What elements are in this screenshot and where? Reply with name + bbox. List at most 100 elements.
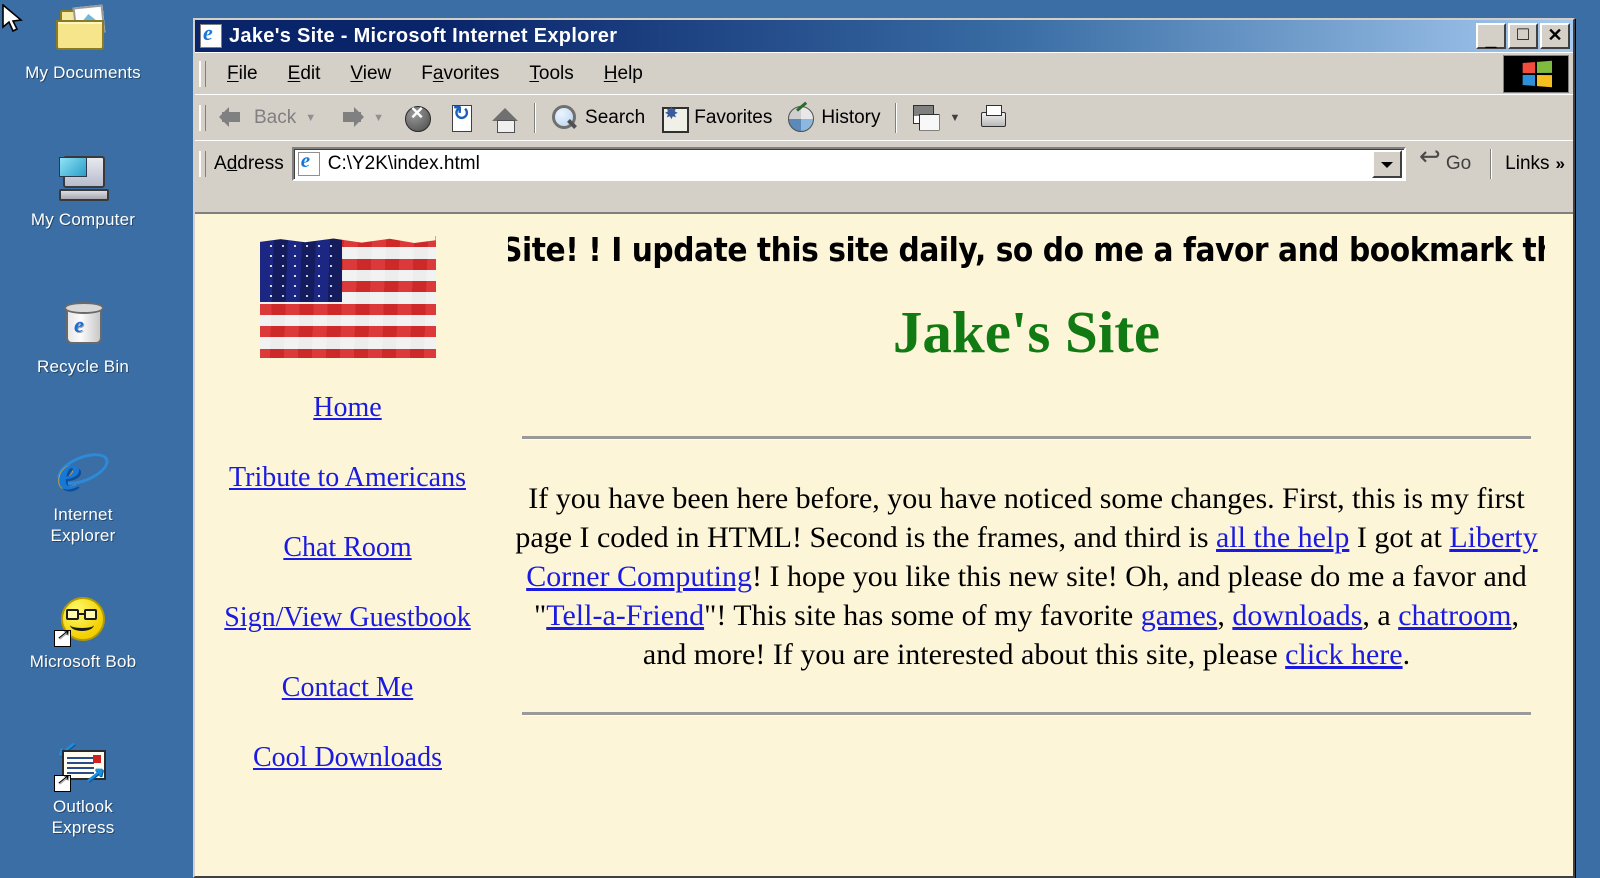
stop-icon	[402, 103, 432, 133]
refresh-button[interactable]	[439, 100, 483, 136]
back-label: Back	[254, 107, 296, 129]
go-label: Go	[1446, 153, 1471, 175]
favorites-folder-icon	[659, 103, 689, 133]
nav-link-cool-downloads[interactable]: Cool Downloads	[223, 740, 473, 776]
links-label: Links	[1505, 153, 1549, 175]
mail-button[interactable]: ▼	[904, 100, 972, 136]
link-all-the-help[interactable]: all the help	[1216, 521, 1349, 554]
menu-item-edit[interactable]: Edit	[273, 59, 336, 89]
intro-text-8: .	[1403, 638, 1411, 671]
windows-flag-logo[interactable]	[1503, 55, 1569, 93]
address-bar: Address Go Links »	[195, 140, 1573, 186]
menu-bar: File Edit View Favorites Tools Help	[195, 52, 1573, 94]
forward-dropdown-icon[interactable]: ▼	[369, 112, 388, 124]
favorites-button[interactable]: Favorites	[652, 100, 779, 136]
intro-text-6: , a	[1362, 599, 1398, 632]
desktop-icon-label: Internet Explorer	[8, 504, 158, 546]
refresh-icon	[446, 103, 476, 133]
back-arrow-icon	[219, 103, 249, 133]
mail-dropdown-icon[interactable]: ▼	[946, 112, 965, 124]
address-combobox[interactable]	[292, 147, 1406, 181]
microsoft-bob-icon	[54, 595, 112, 647]
address-separator	[1490, 149, 1492, 179]
menu-item-file[interactable]: File	[212, 59, 273, 89]
desktop-icon-label: My Documents	[8, 62, 158, 83]
recycle-bin-icon: e	[54, 300, 112, 352]
printer-icon	[978, 103, 1008, 133]
link-click-here[interactable]: click here	[1285, 638, 1402, 671]
back-dropdown-icon[interactable]: ▼	[301, 112, 320, 124]
intro-text-2: I got at	[1349, 521, 1449, 554]
intro-text-4: "! This site has some of my favorite	[704, 599, 1141, 632]
nav-link-home[interactable]: Home	[223, 390, 473, 426]
outlook-express-icon: ↙↗	[54, 740, 112, 792]
chevron-right-double-icon[interactable]: »	[1550, 154, 1565, 174]
toolbar-drag-handle[interactable]	[199, 105, 206, 131]
close-glyph: ✕	[1542, 24, 1568, 46]
minimize-button[interactable]: _	[1476, 23, 1506, 49]
toolbar-separator	[895, 103, 897, 133]
history-label: History	[821, 107, 880, 129]
desktop-icon-my-documents[interactable]: My Documents	[8, 6, 158, 83]
link-chatroom[interactable]: chatroom	[1398, 599, 1511, 632]
computer-icon	[54, 153, 112, 205]
ie-page-icon	[200, 24, 222, 48]
desktop-icon-label: Microsoft Bob	[8, 651, 158, 672]
chevron-down-icon[interactable]	[1372, 150, 1402, 178]
maximize-glyph: □	[1510, 24, 1536, 46]
favorites-label: Favorites	[694, 107, 772, 129]
desktop-icon-label: My Computer	[8, 209, 158, 230]
internet-explorer-icon: e	[54, 448, 112, 500]
history-clock-icon	[786, 103, 816, 133]
forward-button[interactable]: ▼	[327, 100, 395, 136]
title-bar[interactable]: Jake's Site - Microsoft Internet Explore…	[195, 20, 1573, 52]
link-games[interactable]: games	[1141, 599, 1218, 632]
menu-item-help[interactable]: Help	[589, 59, 658, 89]
folder-documents-icon	[54, 6, 112, 58]
marquee-text: s Site! ! I update this site daily, so d…	[508, 230, 1545, 269]
stop-button[interactable]	[395, 100, 439, 136]
address-drag-handle[interactable]	[199, 151, 206, 177]
desktop-icon-label: Recycle Bin	[8, 356, 158, 377]
go-arrow-icon	[1418, 149, 1444, 179]
home-button[interactable]	[483, 100, 527, 136]
menu-item-favorites[interactable]: Favorites	[406, 59, 514, 89]
desktop-icon-recycle-bin[interactable]: e Recycle Bin	[8, 300, 158, 377]
internet-explorer-window: Jake's Site - Microsoft Internet Explore…	[193, 18, 1575, 878]
nav-link-chat-room[interactable]: Chat Room	[223, 530, 473, 566]
nav-frame: Home Tribute to Americans Chat Room Sign…	[195, 214, 500, 876]
search-label: Search	[585, 107, 645, 129]
link-downloads[interactable]: downloads	[1232, 599, 1362, 632]
desktop-icon-outlook-express[interactable]: ↙↗ Outlook Express	[8, 740, 158, 838]
desktop-icon-internet-explorer[interactable]: e Internet Explorer	[8, 448, 158, 546]
link-tell-a-friend[interactable]: Tell-a-Friend	[546, 599, 704, 632]
forward-arrow-icon	[334, 103, 364, 133]
maximize-button[interactable]: □	[1508, 23, 1538, 49]
home-icon	[490, 103, 520, 133]
print-button[interactable]	[971, 100, 1015, 136]
nav-link-guestbook[interactable]: Sign/View Guestbook	[223, 600, 473, 636]
nav-link-contact-me[interactable]: Contact Me	[223, 670, 473, 706]
desktop-icon-my-computer[interactable]: My Computer	[8, 153, 158, 230]
back-button[interactable]: Back ▼	[212, 100, 327, 136]
go-button[interactable]: Go	[1406, 149, 1483, 179]
menu-item-tools[interactable]: Tools	[514, 59, 588, 89]
desktop-icon-microsoft-bob[interactable]: Microsoft Bob	[8, 595, 158, 672]
history-button[interactable]: History	[779, 100, 887, 136]
divider-bottom	[522, 712, 1531, 715]
toolbar-separator	[534, 103, 536, 133]
menu-drag-handle[interactable]	[199, 61, 206, 87]
nav-link-tribute[interactable]: Tribute to Americans	[223, 460, 473, 496]
address-label: Address	[212, 153, 292, 175]
animated-us-flag-gif	[260, 236, 436, 358]
close-button[interactable]: ✕	[1540, 23, 1570, 49]
links-button[interactable]: Links »	[1499, 153, 1571, 175]
intro-paragraph: If you have been here before, you have n…	[514, 479, 1539, 674]
address-input[interactable]	[326, 152, 1372, 176]
minimize-glyph: _	[1478, 28, 1504, 50]
marquee-banner: s Site! ! I update this site daily, so d…	[508, 214, 1545, 288]
page-title: Jake's Site	[508, 302, 1545, 364]
intro-text-5: ,	[1217, 599, 1232, 632]
menu-item-view[interactable]: View	[335, 59, 406, 89]
search-button[interactable]: Search	[543, 100, 652, 136]
